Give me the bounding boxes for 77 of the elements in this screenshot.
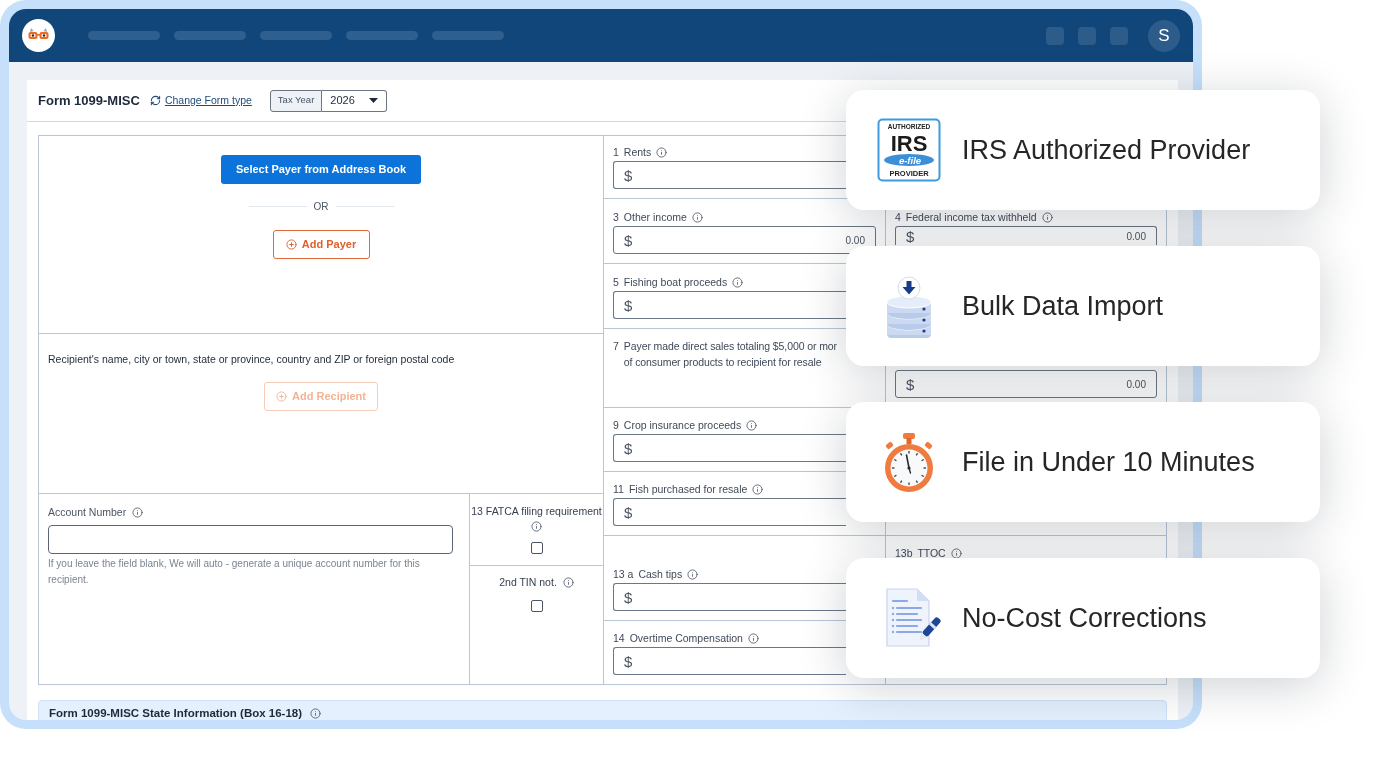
plus-circle-icon [276, 390, 287, 402]
amount-field[interactable]: $ [613, 291, 846, 319]
select-payer-button[interactable]: Select Payer from Address Book [220, 155, 422, 184]
nav-placeholder-bar [88, 31, 160, 40]
info-icon[interactable] [132, 507, 144, 519]
info-icon[interactable] [562, 577, 574, 588]
tax-year-label: Tax Year [269, 89, 323, 112]
box-number: 4 [895, 211, 901, 223]
info-icon[interactable] [310, 708, 322, 720]
info-icon[interactable] [687, 568, 699, 580]
state-info-header[interactable]: Form 1099-MISC State Information (Box 16-18) [38, 700, 1167, 720]
box-label: of consumer products to recipient for resale [623, 355, 822, 370]
feature-title: Bulk Data Import [962, 289, 1164, 323]
box-number: 14 [613, 632, 625, 644]
box-number: 3 [613, 211, 619, 223]
logo-band-text: e-file [898, 154, 922, 166]
amount-field[interactable]: $ [613, 498, 846, 526]
feature-title: File in Under 10 Minutes [962, 445, 1255, 479]
feature-title: No-Cost Corrections [962, 601, 1207, 635]
change-form-type-link[interactable]: Change Form type [149, 92, 252, 109]
box-label: Fishing boat proceeds [623, 276, 728, 288]
box-number: 9 [613, 419, 619, 431]
nav-placeholder-bar [260, 31, 332, 40]
box-label: Federal income tax withheld [905, 211, 1037, 223]
recipient-label: Recipient's name, city or town, state or province, country and ZIP or foreign postal code [48, 352, 456, 367]
info-icon[interactable] [746, 419, 758, 431]
info-icon[interactable] [691, 211, 703, 223]
amount-field[interactable]: $ [613, 647, 846, 675]
tax-year-select[interactable]: 2026 [322, 89, 388, 112]
caret-icon [369, 98, 379, 103]
box-number: 11 [613, 483, 624, 495]
logo-wordmark: IRS [890, 131, 928, 156]
checkbox-label: 13 FATCA filing requirement [471, 505, 602, 518]
box-number: 13b [895, 546, 913, 561]
account-number-input[interactable] [48, 524, 453, 554]
amount-field[interactable]: $ 0.00 [613, 226, 876, 254]
nav-placeholder-bar [432, 31, 504, 40]
or-separator: OR [313, 200, 329, 214]
nav-placeholder-bar [174, 31, 246, 40]
box-label: Cash tips [638, 568, 683, 580]
add-payer-button[interactable]: Add Payer [272, 230, 370, 259]
logo-band [884, 154, 934, 166]
info-icon[interactable] [950, 547, 962, 559]
box-label: Rents [623, 146, 652, 158]
plus-circle-icon [285, 239, 297, 250]
info-icon[interactable] [732, 276, 744, 288]
refresh-icon [149, 95, 161, 106]
box-label: Crop insurance proceeds [623, 419, 742, 431]
glasses-logo-icon[interactable] [22, 19, 55, 52]
box-number: 1 [613, 146, 619, 158]
info-icon[interactable] [1041, 211, 1053, 223]
account-number-hint: If you leave the field blank, We will auto - generate a unique account number for this recipient. [48, 556, 421, 587]
checkbox[interactable] [530, 542, 543, 554]
user-avatar[interactable]: S [1148, 19, 1180, 52]
box-number: 7 [613, 339, 619, 354]
info-icon[interactable] [752, 483, 764, 495]
checkbox[interactable] [530, 600, 543, 612]
nav-placeholder-bar [346, 31, 418, 40]
feature-title: IRS Authorized Provider [962, 133, 1251, 167]
box-label: Overtime Compensation [629, 632, 743, 644]
amount-field[interactable]: $ [613, 583, 846, 611]
form-title: Form 1099-MISC [38, 91, 140, 110]
amount-field[interactable]: $ 0.00 [895, 370, 1157, 398]
box-number: 5 [613, 276, 619, 288]
amount-field[interactable]: $ [613, 161, 846, 189]
info-icon[interactable] [656, 146, 668, 158]
box-number: 13 a [613, 568, 634, 580]
amount-field[interactable]: $ [613, 434, 846, 462]
amount-field[interactable]: $ 0.00 [895, 226, 1157, 245]
box-label: Payer made direct sales totaling $5,000 or mor [623, 339, 837, 354]
info-icon[interactable] [531, 521, 542, 532]
box-label: TTOC [917, 546, 946, 561]
account-number-label: Account Number [48, 505, 127, 520]
box-label: Other income [623, 211, 687, 223]
info-icon[interactable] [747, 632, 759, 644]
box-label: Fish purchased for resale [628, 483, 748, 495]
checkbox-label: 2nd TIN not. [499, 576, 557, 589]
